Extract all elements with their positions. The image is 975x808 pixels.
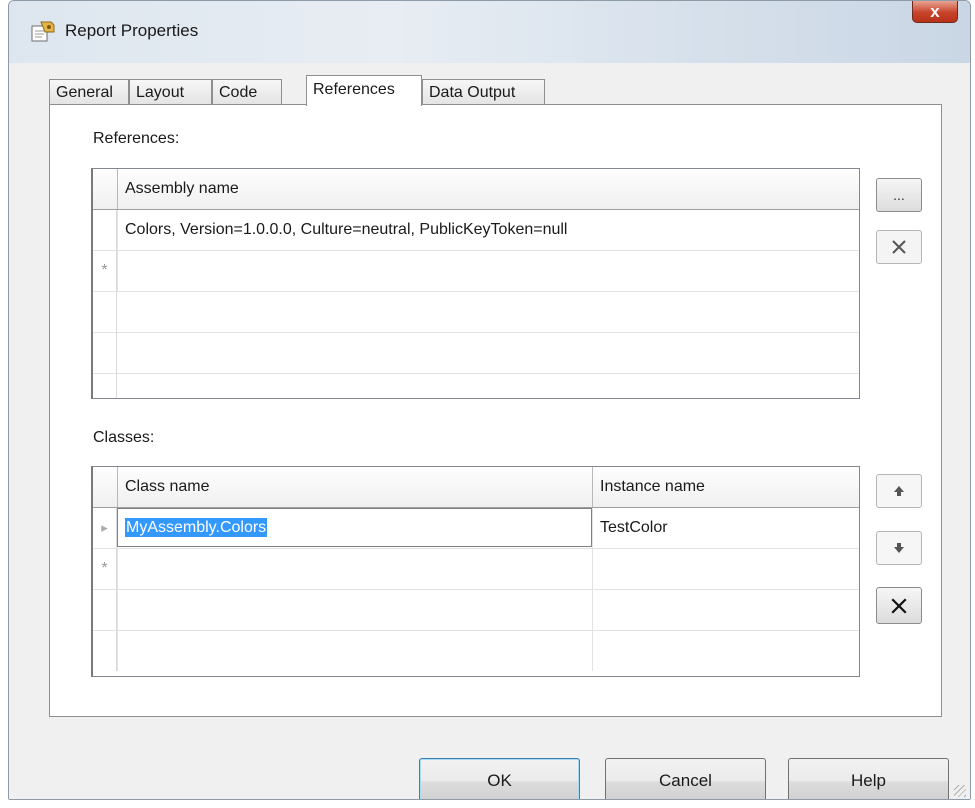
empty-cell [592, 590, 859, 630]
new-class-name-cell[interactable] [117, 549, 592, 589]
tab-references[interactable]: References [306, 75, 422, 106]
references-row[interactable]: Colors, Version=1.0.0.0, Culture=neutral… [93, 210, 859, 251]
title-bar[interactable]: Report Properties x [9, 1, 970, 63]
delete-class-button[interactable] [876, 587, 922, 624]
empty-row [93, 631, 859, 671]
new-row-marker: * [93, 549, 117, 589]
x-icon [891, 598, 907, 614]
row-selector [93, 631, 117, 671]
class-name-cell[interactable]: MyAssembly.Colors [117, 508, 592, 547]
instance-name-column-header[interactable]: Instance name [592, 467, 859, 507]
row-selector [93, 374, 117, 398]
tab-general[interactable]: General [49, 79, 129, 105]
move-down-button[interactable] [876, 531, 922, 565]
classes-new-row[interactable]: * [93, 549, 859, 590]
classes-row[interactable]: ▸ MyAssembly.Colors TestColor [93, 508, 859, 549]
close-button[interactable]: x [912, 1, 958, 23]
move-up-button[interactable] [876, 474, 922, 508]
help-button[interactable]: Help [788, 758, 949, 799]
classes-label: Classes: [93, 429, 155, 446]
tab-layout[interactable]: Layout [129, 79, 212, 105]
row-selector[interactable] [93, 210, 117, 250]
references-grid-header: Assembly name [93, 169, 859, 210]
empty-cell [592, 631, 859, 671]
empty-row [93, 333, 859, 374]
resize-grip[interactable] [954, 785, 966, 797]
tab-code[interactable]: Code [212, 79, 282, 105]
class-name-column-header[interactable]: Class name [117, 467, 592, 507]
empty-cell [117, 631, 592, 671]
dialog-client-area: General Layout Code References Data Outp… [9, 63, 970, 799]
x-icon [892, 240, 906, 254]
delete-reference-button[interactable] [876, 230, 922, 264]
references-new-row[interactable]: * [93, 251, 859, 292]
new-row-marker: * [93, 251, 117, 291]
class-name-text: MyAssembly.Colors [125, 518, 268, 537]
empty-cell [117, 590, 592, 630]
empty-row [93, 374, 859, 398]
references-grid[interactable]: Assembly name Colors, Version=1.0.0.0, C… [91, 168, 860, 399]
window-title: Report Properties [65, 21, 199, 40]
empty-row [93, 590, 859, 631]
new-assembly-name-cell[interactable] [117, 251, 859, 291]
ok-button[interactable]: OK [419, 758, 580, 799]
arrow-up-icon [894, 486, 904, 496]
classes-grid[interactable]: Class name Instance name ▸ MyAssembly.Co… [91, 466, 860, 677]
cancel-button[interactable]: Cancel [605, 758, 766, 799]
row-selector [93, 590, 117, 630]
ellipsis-label: ... [893, 187, 905, 203]
report-properties-icon [31, 21, 55, 42]
assembly-name-column-header[interactable]: Assembly name [117, 169, 859, 209]
instance-name-cell[interactable]: TestColor [592, 508, 859, 548]
arrow-down-icon [894, 543, 904, 553]
tab-data-output[interactable]: Data Output [422, 79, 545, 105]
references-tab-panel: References: Assembly name Colors, Versio… [49, 104, 942, 717]
empty-row [93, 292, 859, 333]
classes-grid-header: Class name Instance name [93, 467, 859, 508]
report-properties-dialog: Report Properties x General Layout Code … [8, 0, 971, 800]
assembly-name-cell[interactable]: Colors, Version=1.0.0.0, Culture=neutral… [117, 210, 567, 250]
references-label: References: [93, 130, 180, 147]
new-instance-name-cell[interactable] [592, 549, 859, 589]
current-row-indicator[interactable]: ▸ [93, 508, 117, 548]
row-selector [93, 292, 117, 332]
row-selector [93, 333, 117, 373]
browse-references-button[interactable]: ... [876, 178, 922, 212]
